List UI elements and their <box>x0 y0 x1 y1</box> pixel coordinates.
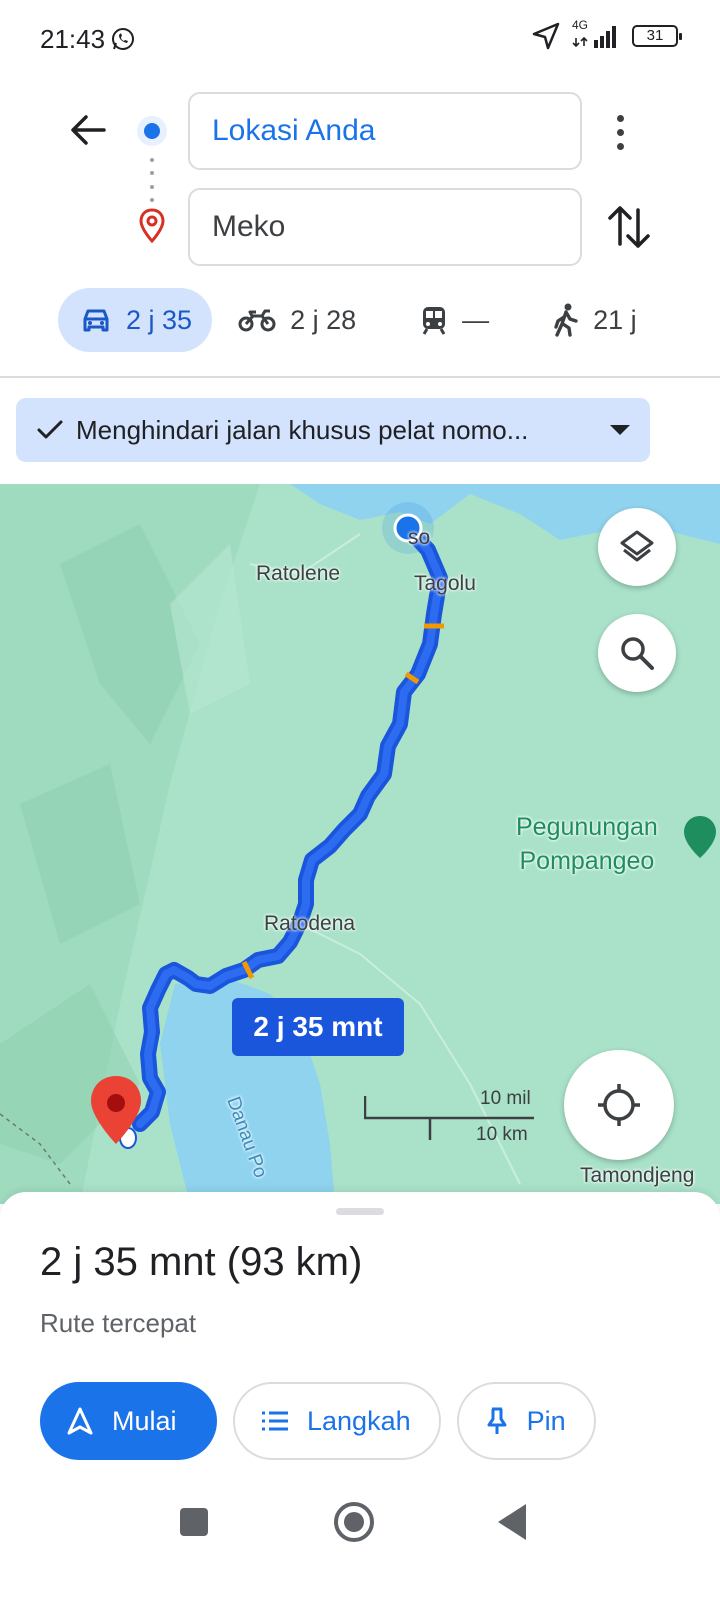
status-time: 21:43 <box>40 24 106 54</box>
back-button[interactable] <box>62 104 114 156</box>
map-label-tamondjeng: Tamondjeng <box>580 1164 695 1187</box>
map-label-ratolene: Ratolene <box>256 562 341 585</box>
map-label-poso: so <box>408 526 431 549</box>
map-label-tagolu: Tagolu <box>414 572 476 595</box>
route-header: Lokasi Anda Meko 2 j 35 2 j 28 — 21 j <box>0 78 720 378</box>
status-icons: 4G 31 <box>532 18 682 50</box>
motorcycle-icon <box>238 309 276 332</box>
start-label: Mulai <box>112 1405 177 1436</box>
route-option-chip[interactable]: Menghindari jalan khusus pelat nomo... <box>16 398 650 462</box>
battery-icon: 31 <box>632 25 682 47</box>
scale-miles: 10 mil <box>480 1088 531 1109</box>
mode-walk[interactable]: 21 j <box>553 288 637 352</box>
dropdown-caret-icon <box>610 425 630 435</box>
status-bar: 21:43 4G 31 <box>0 0 720 78</box>
checkmark-icon <box>37 420 63 439</box>
layers-button[interactable] <box>598 508 676 586</box>
navigation-arrow-icon <box>67 1407 93 1435</box>
park-label-line1: Pegunungan <box>516 813 658 841</box>
sheet-drag-handle[interactable] <box>336 1208 384 1215</box>
pin-button[interactable]: Pin <box>456 1382 596 1460</box>
pin-icon <box>487 1407 507 1434</box>
more-options-button[interactable] <box>598 108 642 156</box>
crosshair-icon <box>598 1084 640 1126</box>
mode-motorcycle[interactable]: 2 j 28 <box>238 288 356 352</box>
route-actions: Mulai Langkah Pin <box>40 1382 596 1460</box>
my-location-button[interactable] <box>564 1050 674 1160</box>
mode-transit[interactable]: — <box>420 288 489 352</box>
mode-walk-label: 21 j <box>593 304 637 335</box>
location-arrow-icon <box>532 22 560 50</box>
train-icon <box>422 307 446 335</box>
layers-icon <box>620 530 654 562</box>
map-view[interactable]: so Ratolene Tagolu Ratodena Pegunungan P… <box>0 484 720 1204</box>
map-label-ratodena: Ratodena <box>264 912 356 935</box>
back-arrow-icon <box>71 115 106 145</box>
signal-icon: 4G <box>572 18 620 50</box>
system-back-button[interactable] <box>498 1504 526 1540</box>
swap-direction-icon[interactable] <box>606 200 654 254</box>
recents-button[interactable] <box>180 1508 208 1536</box>
search-along-route-button[interactable] <box>598 614 676 692</box>
route-summary-sheet: 2 j 35 mnt (93 km) Rute tercepat Mulai L… <box>0 1192 720 1600</box>
home-button[interactable] <box>334 1502 374 1542</box>
steps-label: Langkah <box>307 1405 411 1436</box>
origin-dot-icon <box>137 116 167 146</box>
destination-pin-icon <box>139 208 165 244</box>
mode-transit-label: — <box>462 304 490 335</box>
system-nav-bar <box>0 1486 720 1600</box>
mode-motorcycle-label: 2 j 28 <box>290 304 357 335</box>
scale-km: 10 km <box>476 1124 528 1145</box>
whatsapp-icon <box>112 28 134 50</box>
start-button[interactable]: Mulai <box>40 1382 217 1460</box>
route-eta-badge[interactable]: 2 j 35 mnt <box>232 998 404 1056</box>
walk-icon <box>554 303 578 337</box>
steps-button[interactable]: Langkah <box>233 1382 441 1460</box>
travel-modes: 2 j 35 2 j 28 — 21 j <box>58 288 637 352</box>
map-label-park: Pegunungan Pompangeo <box>516 810 658 878</box>
mode-car[interactable]: 2 j 35 <box>58 288 213 352</box>
list-icon <box>262 1411 288 1431</box>
route-subtitle: Rute tercepat <box>40 1308 197 1338</box>
search-icon <box>621 637 654 670</box>
route-connector <box>149 158 155 202</box>
park-label-line2: Pompangeo <box>519 847 655 875</box>
origin-field[interactable]: Lokasi Anda <box>188 92 582 170</box>
route-summary: 2 j 35 mnt (93 km) <box>40 1240 363 1284</box>
car-icon <box>83 309 109 332</box>
pin-label: Pin <box>526 1405 566 1436</box>
destination-field[interactable]: Meko <box>188 188 582 266</box>
route-option-label: Menghindari jalan khusus pelat nomo... <box>76 414 529 445</box>
mode-car-label: 2 j 35 <box>126 304 193 335</box>
